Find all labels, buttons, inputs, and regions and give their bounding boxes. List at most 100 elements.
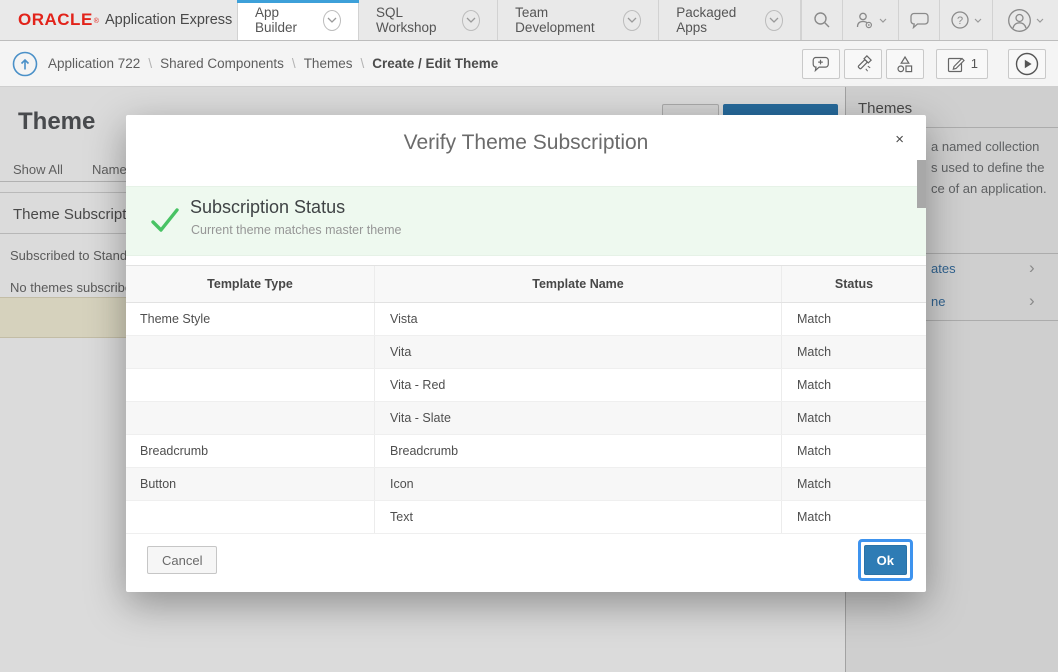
- debug-flashlight-button[interactable]: [844, 49, 882, 79]
- status-subtext: Current theme matches master theme: [191, 223, 402, 237]
- tab-label: Packaged Apps: [676, 5, 756, 35]
- ok-button-focus-ring: Ok: [858, 539, 913, 581]
- chevron-down-icon[interactable]: [765, 10, 783, 31]
- template-name-cell: Vita - Slate: [375, 402, 782, 434]
- chevron-down-icon: [974, 18, 982, 23]
- status-cell: Match: [782, 369, 926, 401]
- table-row: Vita - SlateMatch: [126, 402, 926, 435]
- run-application-button[interactable]: [1008, 49, 1046, 79]
- template-type-cell: Button: [126, 468, 375, 500]
- help-menu-button[interactable]: ?: [939, 0, 992, 40]
- shared-components-button[interactable]: [886, 49, 924, 79]
- column-header-status: Status: [782, 266, 926, 302]
- shapes-icon: [895, 54, 915, 74]
- user-account-menu-button[interactable]: [992, 0, 1058, 40]
- breadcrumb-separator: \: [148, 56, 152, 71]
- table-row: ButtonIconMatch: [126, 468, 926, 501]
- cancel-button[interactable]: Cancel: [147, 546, 217, 574]
- breadcrumb-shared-components[interactable]: Shared Components: [160, 56, 284, 71]
- chevron-down-icon[interactable]: [462, 10, 480, 31]
- status-cell: Match: [782, 468, 926, 500]
- template-name-cell: Breadcrumb: [375, 435, 782, 467]
- status-cell: Match: [782, 402, 926, 434]
- utility-icon-strip: ?: [801, 0, 1058, 40]
- template-type-cell: Theme Style: [126, 303, 375, 335]
- product-name: Application Express: [105, 12, 232, 28]
- registered-mark: ®: [94, 18, 99, 25]
- breadcrumb: Application 722 \ Shared Components \ Th…: [48, 56, 498, 71]
- svg-text:?: ?: [957, 15, 963, 27]
- app-window: ORACLE® Application Express App Builder …: [0, 0, 1058, 672]
- template-table-body: Theme StyleVistaMatchVitaMatchVita - Red…: [126, 303, 926, 534]
- column-header-template-name: Template Name: [375, 266, 782, 302]
- edit-page-number: 1: [971, 56, 978, 71]
- breadcrumb-bar: Application 722 \ Shared Components \ Th…: [0, 41, 1058, 87]
- template-type-cell: [126, 501, 375, 533]
- tab-label: Team Development: [515, 5, 614, 35]
- success-banner: Subscription Status Current theme matche…: [126, 186, 926, 256]
- template-name-cell: Icon: [375, 468, 782, 500]
- tab-team-development[interactable]: Team Development: [498, 0, 659, 40]
- content-area: Theme Show All Name Theme Subscriptio Su…: [0, 87, 1058, 672]
- template-type-cell: Breadcrumb: [126, 435, 375, 467]
- oracle-apex-logo: ORACLE® Application Express: [0, 0, 237, 40]
- tab-packaged-apps[interactable]: Packaged Apps: [659, 0, 801, 40]
- up-level-button[interactable]: [12, 51, 38, 77]
- chevron-down-icon[interactable]: [323, 10, 341, 31]
- column-header-template-type: Template Type: [126, 266, 375, 302]
- chevron-down-icon: [1036, 18, 1044, 23]
- template-table: Template Type Template Name Status Theme…: [126, 265, 926, 534]
- comment-plus-icon: [811, 55, 831, 73]
- table-row: Theme StyleVistaMatch: [126, 303, 926, 336]
- template-type-cell: [126, 369, 375, 401]
- chat-bubble-icon: [909, 11, 930, 29]
- administration-menu-button[interactable]: [842, 0, 898, 40]
- breadcrumb-separator: \: [292, 56, 296, 71]
- edit-pencil-icon: [946, 54, 966, 74]
- breadcrumb-themes[interactable]: Themes: [304, 56, 353, 71]
- template-name-cell: Vita: [375, 336, 782, 368]
- oracle-brand: ORACLE: [18, 10, 93, 30]
- tab-label: App Builder: [255, 5, 314, 35]
- main-nav-tabs: App Builder SQL Workshop Team Developmen…: [237, 0, 801, 40]
- table-row: TextMatch: [126, 501, 926, 534]
- user-avatar-icon: [1007, 8, 1032, 33]
- status-heading: Subscription Status: [190, 197, 345, 218]
- chevron-down-icon: [879, 18, 887, 23]
- ok-button[interactable]: Ok: [864, 545, 907, 575]
- status-cell: Match: [782, 435, 926, 467]
- page-toolbar: 1: [802, 49, 1058, 79]
- feedback-button[interactable]: [802, 49, 840, 79]
- template-name-cell: Vita - Red: [375, 369, 782, 401]
- status-cell: Match: [782, 303, 926, 335]
- dialog-title: Verify Theme Subscription: [126, 131, 926, 155]
- table-header-row: Template Type Template Name Status: [126, 265, 926, 303]
- breadcrumb-current-page: Create / Edit Theme: [372, 56, 498, 71]
- top-navigation-bar: ORACLE® Application Express App Builder …: [0, 0, 1058, 41]
- tab-label: SQL Workshop: [376, 5, 453, 35]
- table-row: VitaMatch: [126, 336, 926, 369]
- table-row: Vita - RedMatch: [126, 369, 926, 402]
- modal-scrollbar-thumb[interactable]: [917, 160, 926, 208]
- feedback-chat-button[interactable]: [898, 0, 939, 40]
- status-cell: Match: [782, 336, 926, 368]
- success-check-icon: [148, 203, 182, 237]
- search-button[interactable]: [801, 0, 842, 40]
- status-cell: Match: [782, 501, 926, 533]
- play-icon: [1015, 52, 1039, 76]
- tab-sql-workshop[interactable]: SQL Workshop: [359, 0, 498, 40]
- tab-app-builder[interactable]: App Builder: [237, 0, 359, 40]
- table-row: BreadcrumbBreadcrumbMatch: [126, 435, 926, 468]
- admin-user-wrench-icon: [855, 11, 875, 29]
- verify-theme-subscription-dialog: Verify Theme Subscription × Subscription…: [126, 115, 926, 592]
- template-type-cell: [126, 336, 375, 368]
- flashlight-icon: [853, 54, 873, 74]
- breadcrumb-separator: \: [360, 56, 364, 71]
- template-name-cell: Text: [375, 501, 782, 533]
- breadcrumb-application[interactable]: Application 722: [48, 56, 140, 71]
- template-name-cell: Vista: [375, 303, 782, 335]
- close-icon[interactable]: ×: [895, 132, 904, 147]
- search-icon: [813, 11, 831, 29]
- chevron-down-icon[interactable]: [623, 10, 641, 31]
- edit-page-button[interactable]: 1: [936, 49, 988, 79]
